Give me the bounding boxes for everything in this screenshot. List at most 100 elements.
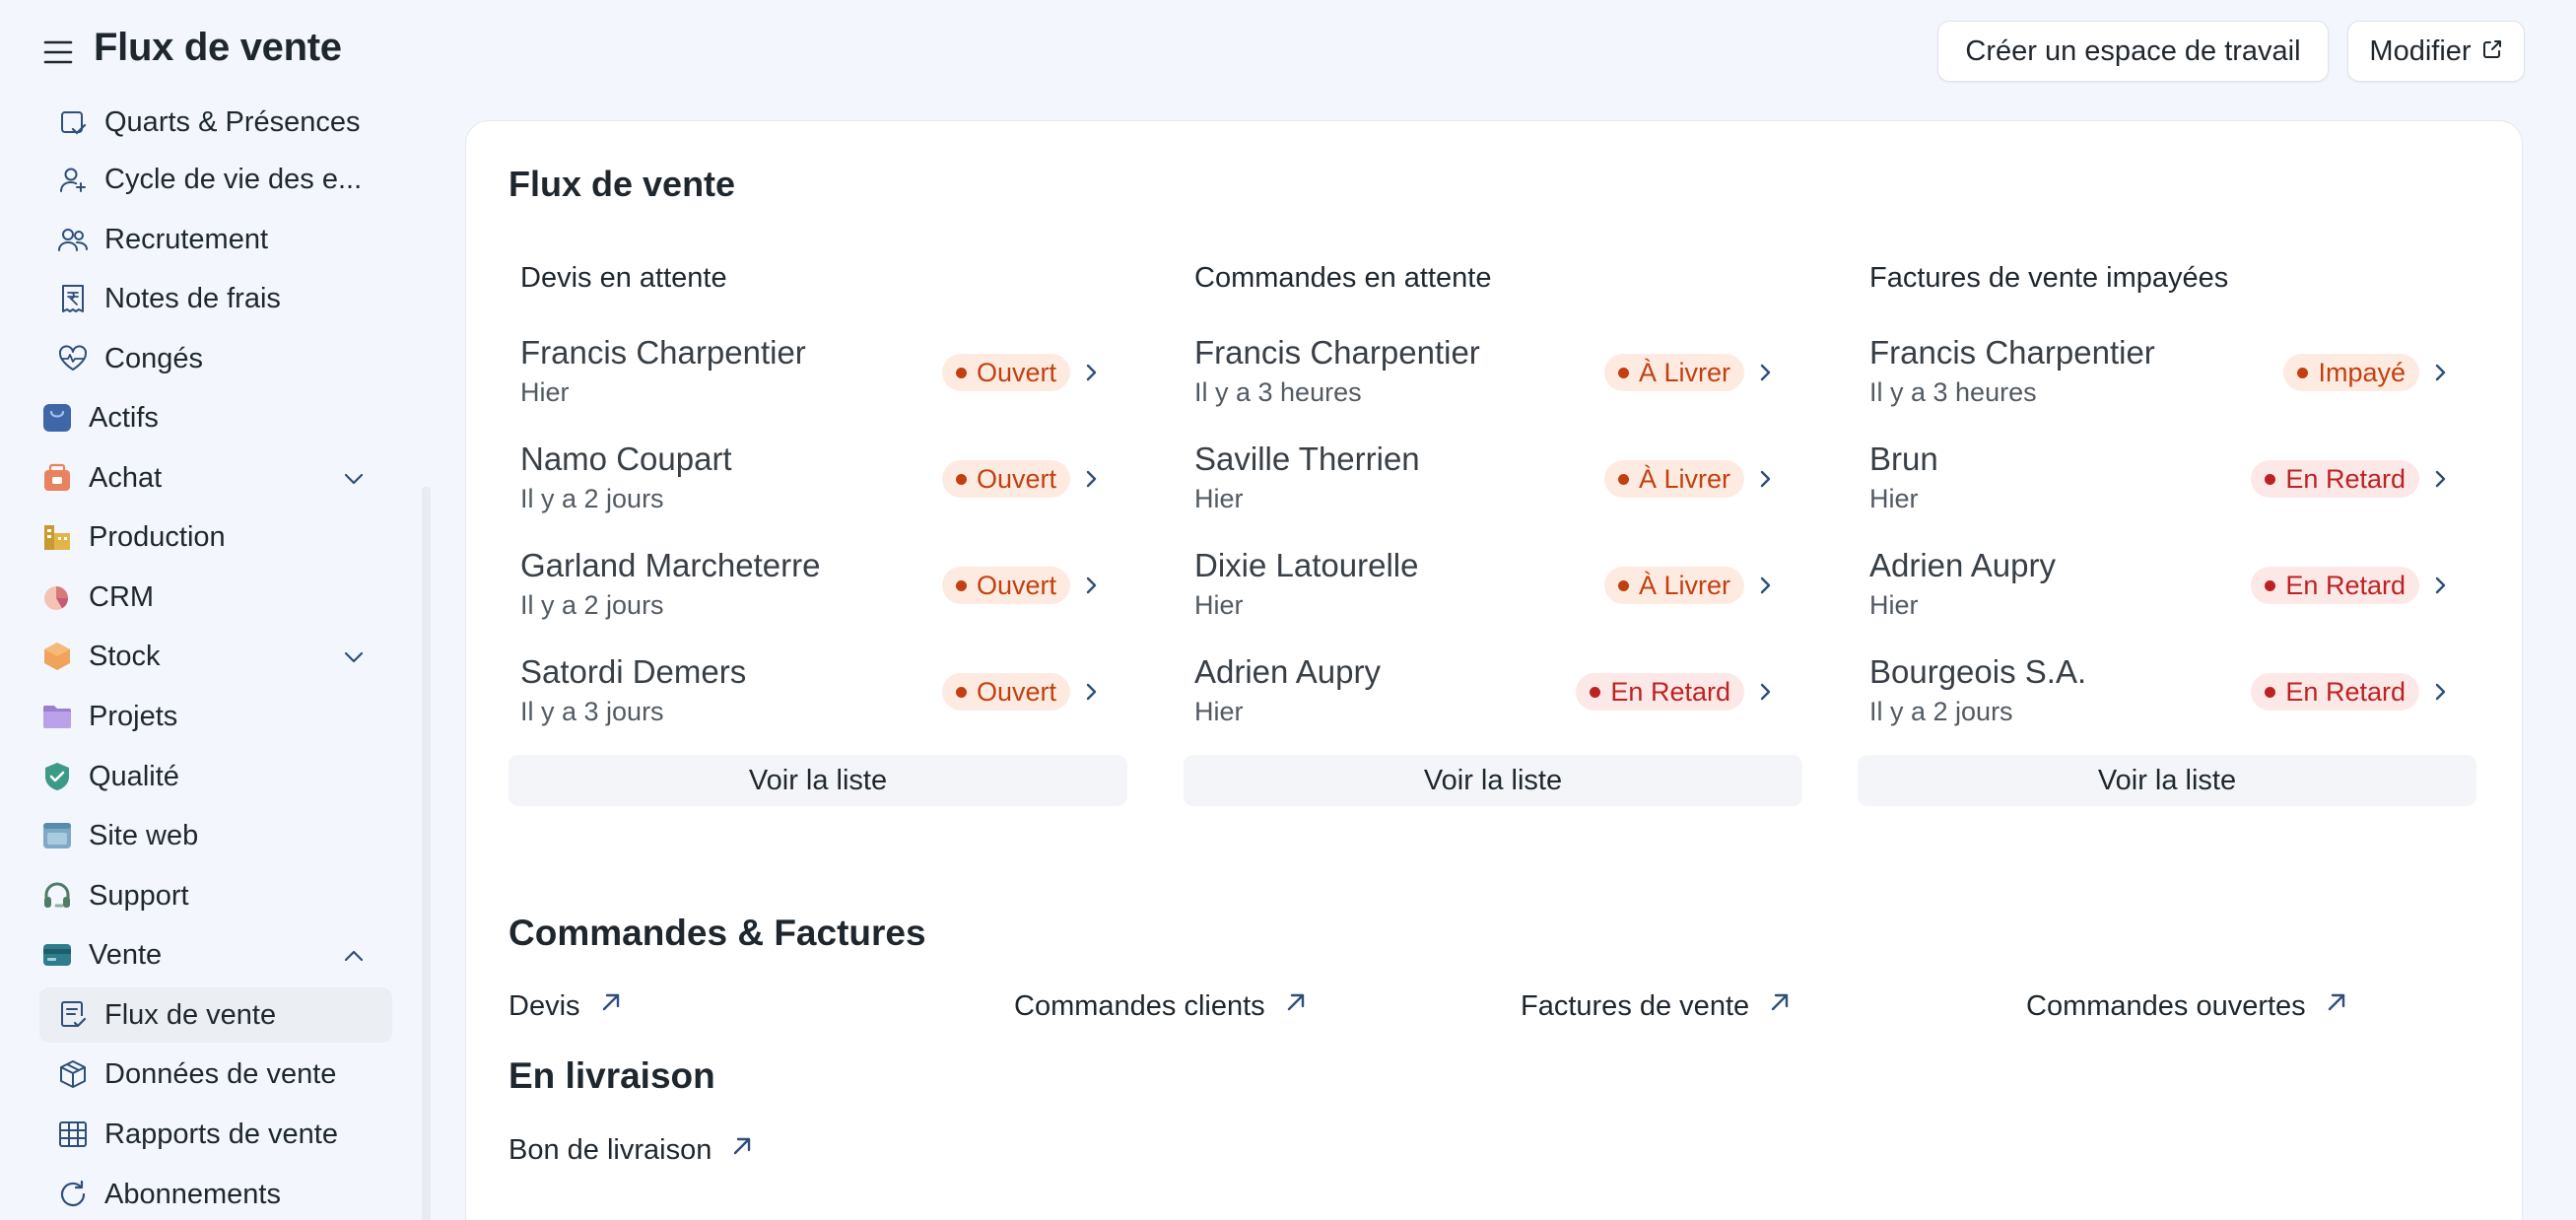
list-item[interactable]: Bourgeois S.A. Il y a 2 jours En Retard [1858,653,2459,760]
status-badge: Impayé [2283,354,2419,391]
edit-button-label: Modifier [2369,34,2472,67]
sidebar-item-sales-data[interactable]: Données de vente [39,1047,392,1102]
sidebar-item-website[interactable]: Site web [39,808,392,863]
purchase-icon [39,460,75,496]
chevron-right-icon[interactable] [2427,466,2453,497]
list-item[interactable]: Francis Charpentier Il y a 3 heures À Li… [1183,334,1784,441]
list-item[interactable]: Saville Therrien Hier À Livrer [1183,441,1784,547]
column-title: Commandes en attente [1194,262,1492,294]
chevron-right-icon[interactable] [1078,573,1104,603]
link-open-orders[interactable]: Commandes ouvertes [2026,989,2349,1023]
list-item[interactable]: Adrien Aupry Hier En Retard [1183,653,1784,760]
status-label: En Retard [2285,676,2406,707]
chevron-down-icon[interactable] [341,644,367,675]
status-label: À Livrer [1638,570,1730,600]
status-badge: En Retard [2251,673,2419,711]
sidebar-item-label: Actifs [89,401,159,434]
headset-icon [39,878,75,914]
status-label: Ouvert [976,463,1056,494]
sidebar-item-sales[interactable]: Vente [39,927,392,983]
list-item[interactable]: Satordi Demers Il y a 3 jours Ouvert [508,653,1110,760]
list-item-time: Il y a 3 heures [1869,377,2037,407]
sidebar-item-sales-reports[interactable]: Rapports de vente [39,1107,392,1162]
sidebar-scrollbar[interactable] [422,487,431,1220]
sidebar-item-expenses[interactable]: Notes de frais [39,271,392,326]
sidebar-item-assets[interactable]: Actifs [39,390,392,445]
sidebar-item-purchase[interactable]: Achat [39,450,392,506]
menu-icon[interactable] [41,35,75,69]
list-item[interactable]: Dixie Latourelle Hier À Livrer [1183,547,1784,653]
status-badge: En Retard [2251,460,2419,498]
status-label: En Retard [2285,463,2406,494]
status-label: Ouvert [976,357,1056,387]
sidebar-item-quality[interactable]: Qualité [39,749,392,804]
chevron-right-icon[interactable] [1752,679,1778,710]
chevron-up-icon[interactable] [341,943,367,974]
status-badge: Ouvert [941,673,1070,711]
sidebar-item-leaves[interactable]: Congés [39,331,392,386]
status-label: À Livrer [1638,463,1730,494]
list-item[interactable]: Adrien Aupry Hier En Retard [1858,547,2459,653]
sidebar-item-recruitment[interactable]: Recrutement [39,212,392,267]
link-sales-orders[interactable]: Commandes clients [1014,989,1309,1023]
see-list-button[interactable]: Voir la liste [1858,755,2476,806]
status-badge: À Livrer [1603,567,1744,604]
sidebar-item-label: Vente [89,938,163,971]
chevron-right-icon[interactable] [1752,466,1778,497]
sidebar-item-label: Congés [104,342,203,374]
sidebar-item-label: Quarts & Présences [104,105,361,138]
sidebar-item-sales-flow[interactable]: Flux de vente [39,987,392,1043]
sidebar-item-shifts[interactable]: Quarts & Présences [39,102,392,150]
sidebar-item-label: Rapports de vente [104,1118,338,1150]
status-label: Ouvert [976,676,1056,707]
list-item-time: Il y a 2 jours [1869,697,2013,726]
sidebar-item-production[interactable]: Production [39,509,392,565]
list-item-name: Saville Therrien [1194,441,1420,477]
sidebar-item-employee-lifecycle[interactable]: Cycle de vie des e... [39,152,392,207]
chevron-right-icon[interactable] [1752,573,1778,603]
chevron-right-icon[interactable] [2427,679,2453,710]
chevron-right-icon[interactable] [1752,360,1778,390]
sidebar-item-label: Stock [89,640,161,672]
link-label: Devis [508,989,580,1022]
arrow-up-right-icon [2324,989,2349,1023]
see-list-button[interactable]: Voir la liste [508,755,1127,806]
create-workspace-button[interactable]: Créer un espace de travail [1937,21,2329,82]
link-delivery-note[interactable]: Bon de livraison [508,1133,755,1167]
link-sales-invoices[interactable]: Factures de vente [1521,989,1793,1023]
see-list-button[interactable]: Voir la liste [1184,755,1802,806]
status-badge: À Livrer [1603,354,1744,391]
list-item[interactable]: Brun Hier En Retard [1858,441,2459,547]
sidebar-item-label: Notes de frais [104,282,281,314]
chevron-right-icon[interactable] [1078,466,1104,497]
link-quotations[interactable]: Devis [508,989,624,1023]
list-item[interactable]: Francis Charpentier Il y a 3 heures Impa… [1858,334,2459,441]
list-item-name: Satordi Demers [520,653,747,690]
chevron-right-icon[interactable] [1078,679,1104,710]
chevron-right-icon[interactable] [1078,360,1104,390]
sidebar-item-stock[interactable]: Stock [39,629,392,684]
chevron-right-icon[interactable] [2427,573,2453,603]
list-item-time: Il y a 3 heures [1194,377,1362,407]
list-item[interactable]: Francis Charpentier Hier Ouvert [508,334,1110,441]
list-item[interactable]: Namo Coupart Il y a 2 jours Ouvert [508,441,1110,547]
list-item-name: Garland Marcheterre [520,547,821,583]
sidebar-item-projects[interactable]: Projets [39,689,392,744]
edit-button[interactable]: Modifier [2347,21,2525,82]
list-item-time: Il y a 2 jours [520,590,664,620]
sidebar-item-subscriptions[interactable]: Abonnements [39,1167,392,1220]
sidebar-item-crm[interactable]: CRM [39,570,392,625]
sidebar-item-support[interactable]: Support [39,868,392,923]
heart-pulse-icon [55,341,91,376]
pie-chart-icon [39,579,75,615]
status-label: À Livrer [1638,357,1730,387]
chevron-right-icon[interactable] [2427,360,2453,390]
section-title: Flux de vente [508,164,736,204]
list-item-time: Hier [520,377,570,407]
chevron-down-icon[interactable] [341,466,367,497]
link-label: Commandes ouvertes [2026,989,2306,1022]
sidebar-item-label: Cycle de vie des e... [104,163,363,195]
arrow-up-right-icon [1767,989,1793,1023]
in-delivery-title: En livraison [508,1055,715,1096]
list-item[interactable]: Garland Marcheterre Il y a 2 jours Ouver… [508,547,1110,653]
